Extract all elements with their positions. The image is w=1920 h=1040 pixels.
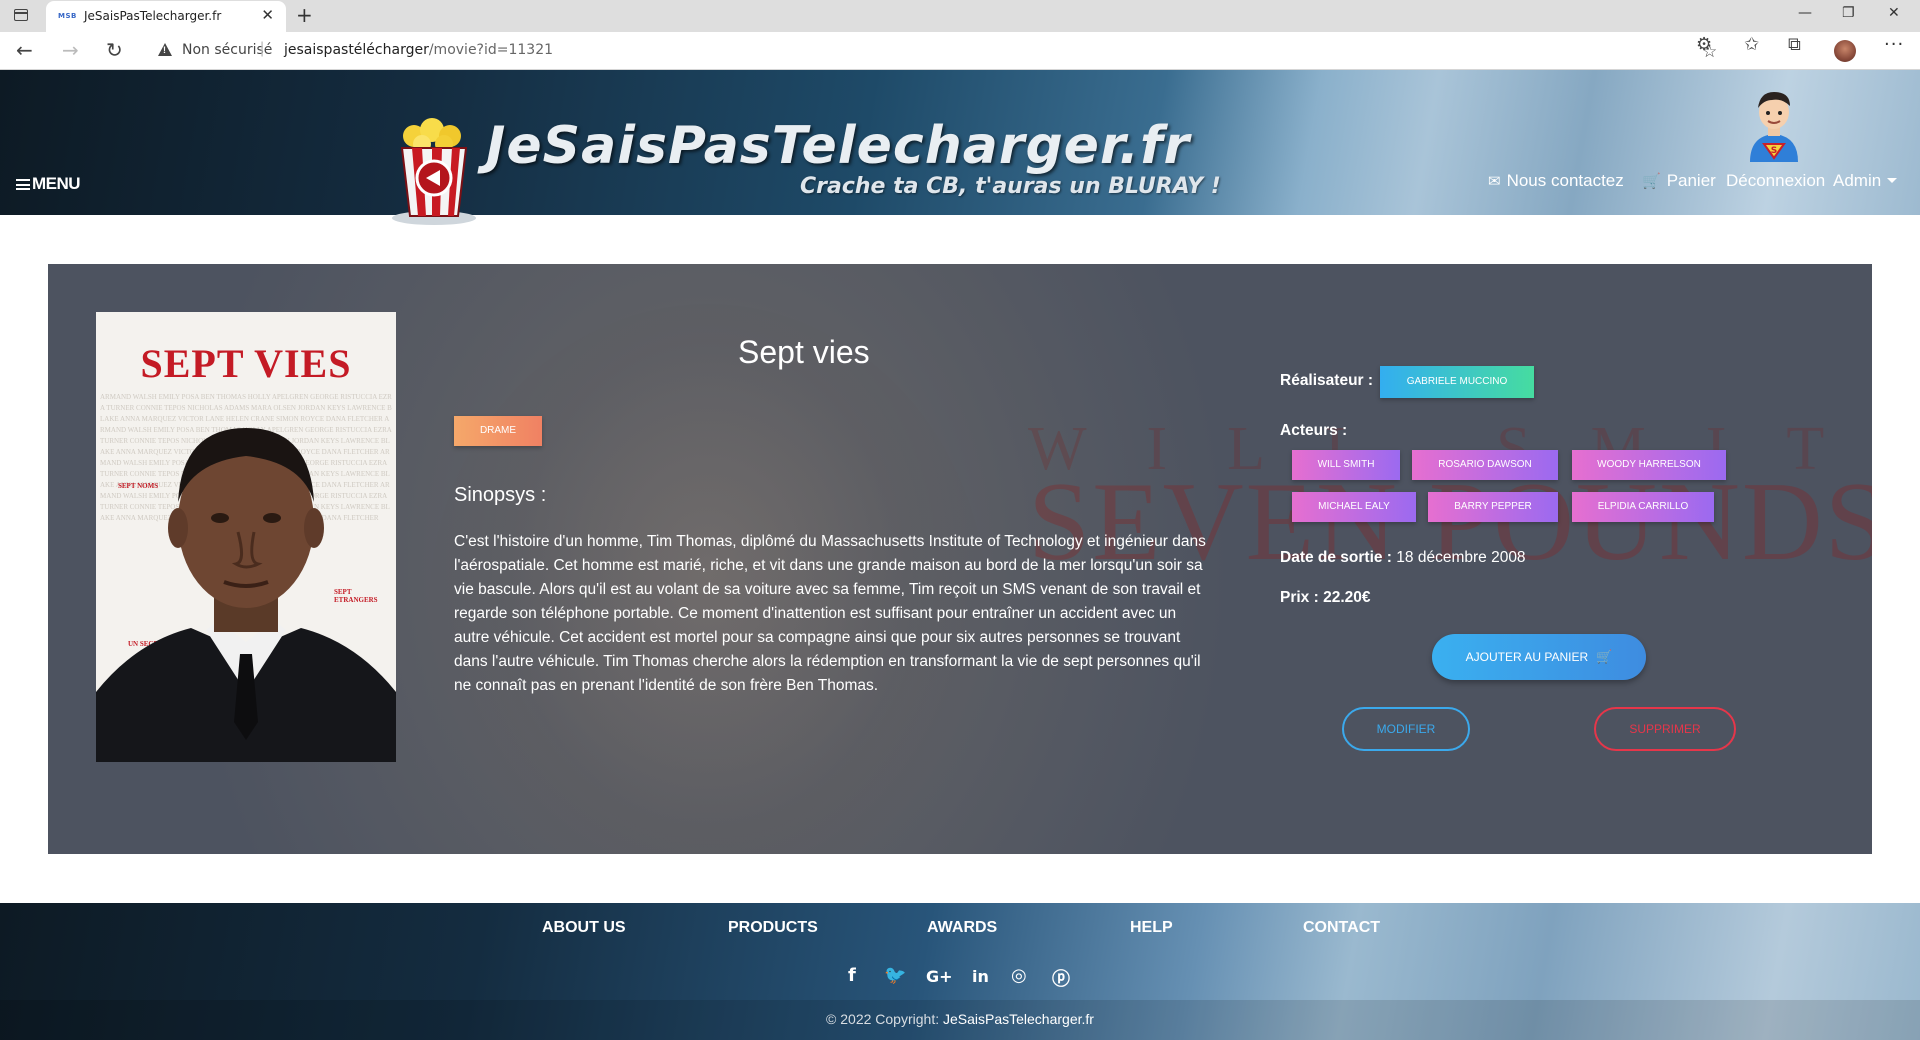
synopsis-text: C'est l'histoire d'un homme, Tim Thomas,…: [454, 533, 1206, 694]
poster-title: SEPT VIES: [140, 341, 352, 386]
url-separator: |: [260, 40, 265, 57]
footer-link-about[interactable]: ABOUT US: [542, 919, 626, 937]
minimize-icon[interactable]: —: [1798, 5, 1812, 21]
add-to-cart-button[interactable]: AJOUTER AU PANIER 🛒: [1432, 634, 1646, 680]
warning-icon: [158, 43, 172, 56]
nav-cart-label: Panier: [1666, 171, 1716, 190]
favorites-icon[interactable]: ✩: [1744, 34, 1759, 55]
twitter-icon[interactable]: 🐦: [884, 965, 906, 986]
nav-user-dropdown[interactable]: Admin: [1833, 171, 1898, 191]
back-icon[interactable]: ←: [16, 38, 33, 62]
browser-address-bar: ← → ↻ Non sécurisé | jesaispastélécharge…: [0, 32, 1920, 92]
linkedin-icon[interactable]: in: [972, 967, 989, 986]
footer-link-awards[interactable]: AWARDS: [927, 919, 997, 937]
director-badge[interactable]: GABRIELE MUCCINO: [1380, 366, 1534, 398]
svg-text:S: S: [1771, 146, 1777, 156]
actors-label: Acteurs :: [1280, 422, 1348, 439]
movie-poster: SEPT VIES ARMAND WALSH EMILY POSA BEN TH…: [96, 312, 396, 762]
tab-actions-icon[interactable]: [14, 9, 28, 21]
nav-logout-link[interactable]: Déconnexion: [1726, 171, 1825, 191]
url-host: jesaispastélécharger: [284, 42, 429, 58]
copyright-text: © 2022 Copyright: JeSaisPasTelecharger.f…: [0, 1011, 1920, 1027]
actor-badge[interactable]: WOODY HARRELSON: [1572, 450, 1726, 480]
collections-icon[interactable]: ⧉: [1788, 34, 1801, 55]
site-title[interactable]: JeSaisPasTelecharger.fr: [486, 116, 1190, 176]
price-value: 22.20€: [1323, 589, 1371, 606]
synopsis-heading: Sinopsys :: [454, 484, 547, 506]
footer-link-contact[interactable]: CONTACT: [1303, 919, 1380, 937]
edit-button[interactable]: MODIFIER: [1342, 707, 1470, 751]
actor-badge[interactable]: BARRY PEPPER: [1428, 492, 1558, 522]
menu-button[interactable]: MENU: [16, 174, 81, 194]
price-label: Prix :: [1280, 589, 1319, 606]
site-header: MENU JeSaisPasTelecharger.fr Crache ta C…: [0, 70, 1920, 225]
price-row: Prix : 22.20€: [1280, 589, 1371, 607]
restore-icon[interactable]: ❐: [1842, 5, 1855, 21]
popcorn-logo-icon[interactable]: [388, 116, 480, 226]
movie-title: Sept vies: [738, 334, 870, 370]
site-tagline: Crache ta CB, t'auras un BLURAY !: [800, 174, 1221, 199]
tab-title: JeSaisPasTelecharger.fr: [84, 9, 222, 23]
envelope-icon: ✉: [1488, 172, 1501, 190]
google-plus-icon[interactable]: G+: [926, 967, 953, 986]
director-label: Réalisateur :: [1280, 372, 1374, 389]
footer-link-products[interactable]: PRODUCTS: [728, 919, 818, 937]
window-close-icon[interactable]: ✕: [1888, 5, 1900, 21]
actor-badge[interactable]: MICHAEL EALY: [1292, 492, 1416, 522]
security-label[interactable]: Non sécurisé: [182, 42, 272, 58]
reload-icon[interactable]: ↻: [106, 38, 123, 62]
footer-link-help[interactable]: HELP: [1130, 919, 1173, 937]
nav-user-label: Admin: [1833, 171, 1882, 190]
cart-icon: 🛒: [1596, 650, 1613, 665]
instagram-icon[interactable]: ◎: [1011, 965, 1027, 986]
genre-badge[interactable]: DRAME: [454, 416, 542, 446]
nav-cart-link[interactable]: 🛒 Panier: [1642, 171, 1716, 191]
pinterest-icon[interactable]: ⓟ: [1052, 965, 1070, 991]
superman-avatar-icon: S: [1750, 92, 1798, 162]
extensions-icon[interactable]: ⚙: [1696, 34, 1712, 55]
release-date-value: 18 décembre 2008: [1396, 549, 1526, 566]
delete-button[interactable]: SUPPRIMER: [1594, 707, 1736, 751]
url-field[interactable]: Non sécurisé | jesaispastélécharger/movi…: [142, 36, 1717, 64]
copyright-link[interactable]: JeSaisPasTelecharger.fr: [943, 1011, 1094, 1027]
release-date-label: Date de sortie :: [1280, 549, 1392, 566]
browser-tab-active[interactable]: MSB JeSaisPasTelecharger.fr ✕: [46, 1, 286, 32]
url-path: /movie?id=11321: [428, 42, 554, 58]
hamburger-icon: [16, 179, 30, 190]
menu-label: MENU: [32, 174, 81, 193]
actor-badge[interactable]: ELPIDIA CARRILLO: [1572, 492, 1714, 522]
actor-badge[interactable]: WILL SMITH: [1292, 450, 1400, 480]
facebook-icon[interactable]: f: [848, 965, 856, 986]
release-date-row: Date de sortie : 18 décembre 2008: [1280, 549, 1526, 567]
url-text[interactable]: jesaispastélécharger/movie?id=11321: [284, 42, 553, 58]
browser-tab-bar: MSB JeSaisPasTelecharger.fr ✕ + — ❐ ✕: [0, 0, 1920, 32]
copyright-prefix: © 2022 Copyright:: [826, 1011, 940, 1027]
caret-down-icon: [1887, 178, 1898, 183]
nav-logout-label: Déconnexion: [1726, 171, 1826, 190]
poster-actor-photo: [96, 428, 396, 762]
tab-close-icon[interactable]: ✕: [261, 6, 274, 24]
new-tab-icon[interactable]: +: [296, 3, 313, 27]
movie-detail-card: WILL SMITH SEVEN POUNDS SEPT VIES ARMAND…: [48, 264, 1872, 854]
cart-icon: 🛒: [1642, 172, 1661, 190]
nav-contact-link[interactable]: ✉ Nous contactez: [1488, 171, 1624, 191]
forward-icon[interactable]: →: [62, 38, 79, 62]
more-options-icon[interactable]: ···: [1884, 34, 1904, 55]
profile-avatar[interactable]: [1834, 40, 1856, 62]
actor-badge[interactable]: ROSARIO DAWSON: [1412, 450, 1558, 480]
site-footer: ABOUT US PRODUCTS AWARDS HELP CONTACT f …: [0, 903, 1920, 1040]
add-to-cart-label: AJOUTER AU PANIER: [1465, 650, 1589, 664]
site-favicon-icon: MSB: [58, 12, 77, 20]
nav-contact-label: Nous contactez: [1506, 171, 1624, 190]
